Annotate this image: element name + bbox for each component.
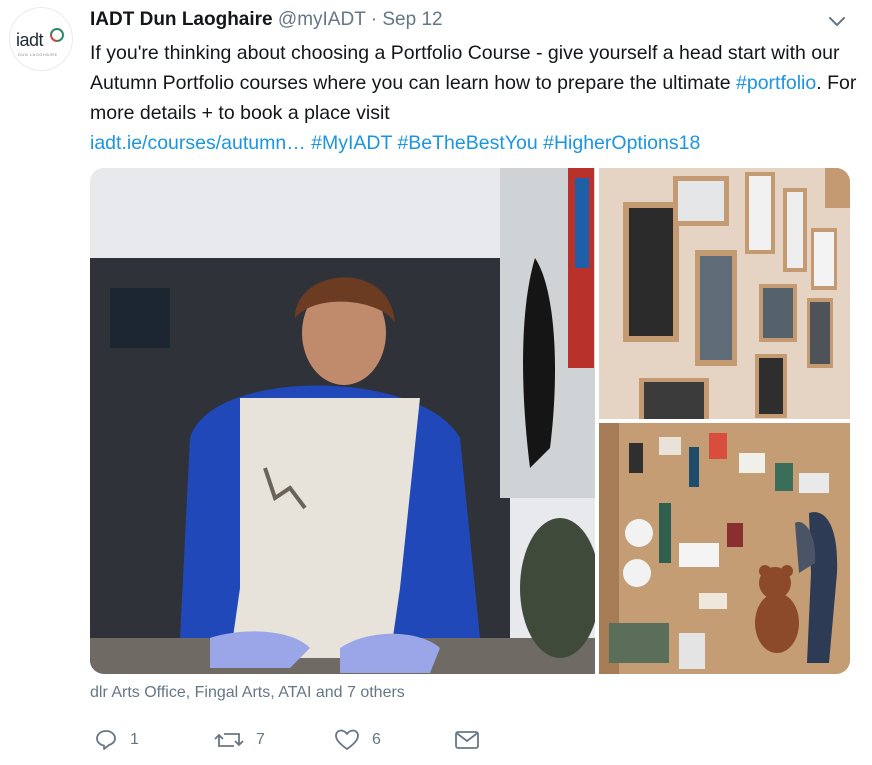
tweet-text: If you're thinking about choosing a Port… bbox=[90, 38, 860, 158]
photo-pinboard-teddy[interactable] bbox=[599, 423, 850, 674]
logo-swoosh-icon bbox=[50, 28, 64, 42]
retweet-count: 7 bbox=[256, 731, 265, 748]
hashtag-portfolio[interactable]: #portfolio bbox=[736, 72, 816, 94]
media-grid bbox=[90, 168, 850, 674]
hashtag-myiadt[interactable]: #MyIADT bbox=[311, 132, 392, 154]
photo-pinboard-teddy-image bbox=[599, 423, 850, 674]
caret-down-icon[interactable] bbox=[826, 10, 848, 32]
reply-icon bbox=[96, 730, 116, 750]
direct-message-button[interactable] bbox=[454, 728, 492, 752]
photo-student-printing[interactable] bbox=[90, 168, 595, 674]
tweet-date[interactable]: Sep 12 bbox=[382, 9, 442, 30]
hashtag-bethebestyou[interactable]: #BeTheBestYou bbox=[397, 132, 537, 154]
message-icon bbox=[455, 731, 479, 749]
hashtag-higheroptions[interactable]: #HigherOptions18 bbox=[543, 132, 700, 154]
like-button[interactable]: 6 bbox=[334, 728, 381, 752]
photo-gallery-wall-image bbox=[599, 168, 850, 419]
tweet-header: IADT Dun Laoghaire @myIADT · Sep 12 bbox=[90, 8, 443, 32]
like-count: 6 bbox=[372, 731, 381, 748]
author-name[interactable]: IADT Dun Laoghaire bbox=[90, 9, 273, 30]
tweet-link[interactable]: iadt.ie/courses/autumn… bbox=[90, 132, 306, 154]
retweet-button[interactable]: 7 bbox=[214, 728, 265, 752]
photo-student-printing-image bbox=[90, 168, 595, 674]
tweet-text-part1: If you're thinking about choosing a Port… bbox=[90, 42, 840, 94]
reply-button[interactable]: 1 bbox=[94, 728, 139, 752]
avatar-logo-subtext: DUN LAOGHAIRE bbox=[18, 52, 58, 57]
separator-dot: · bbox=[370, 9, 378, 30]
photo-gallery-wall[interactable] bbox=[599, 168, 850, 419]
reply-count: 1 bbox=[130, 731, 139, 748]
avatar-logo-text: iadt bbox=[16, 30, 44, 50]
author-handle[interactable]: @myIADT bbox=[278, 9, 366, 30]
tagged-users[interactable]: dlr Arts Office, Fingal Arts, ATAI and 7… bbox=[90, 684, 405, 702]
retweet-icon bbox=[214, 733, 244, 747]
profile-avatar[interactable]: iadt DUN LAOGHAIRE bbox=[10, 8, 72, 70]
like-icon bbox=[335, 729, 359, 750]
